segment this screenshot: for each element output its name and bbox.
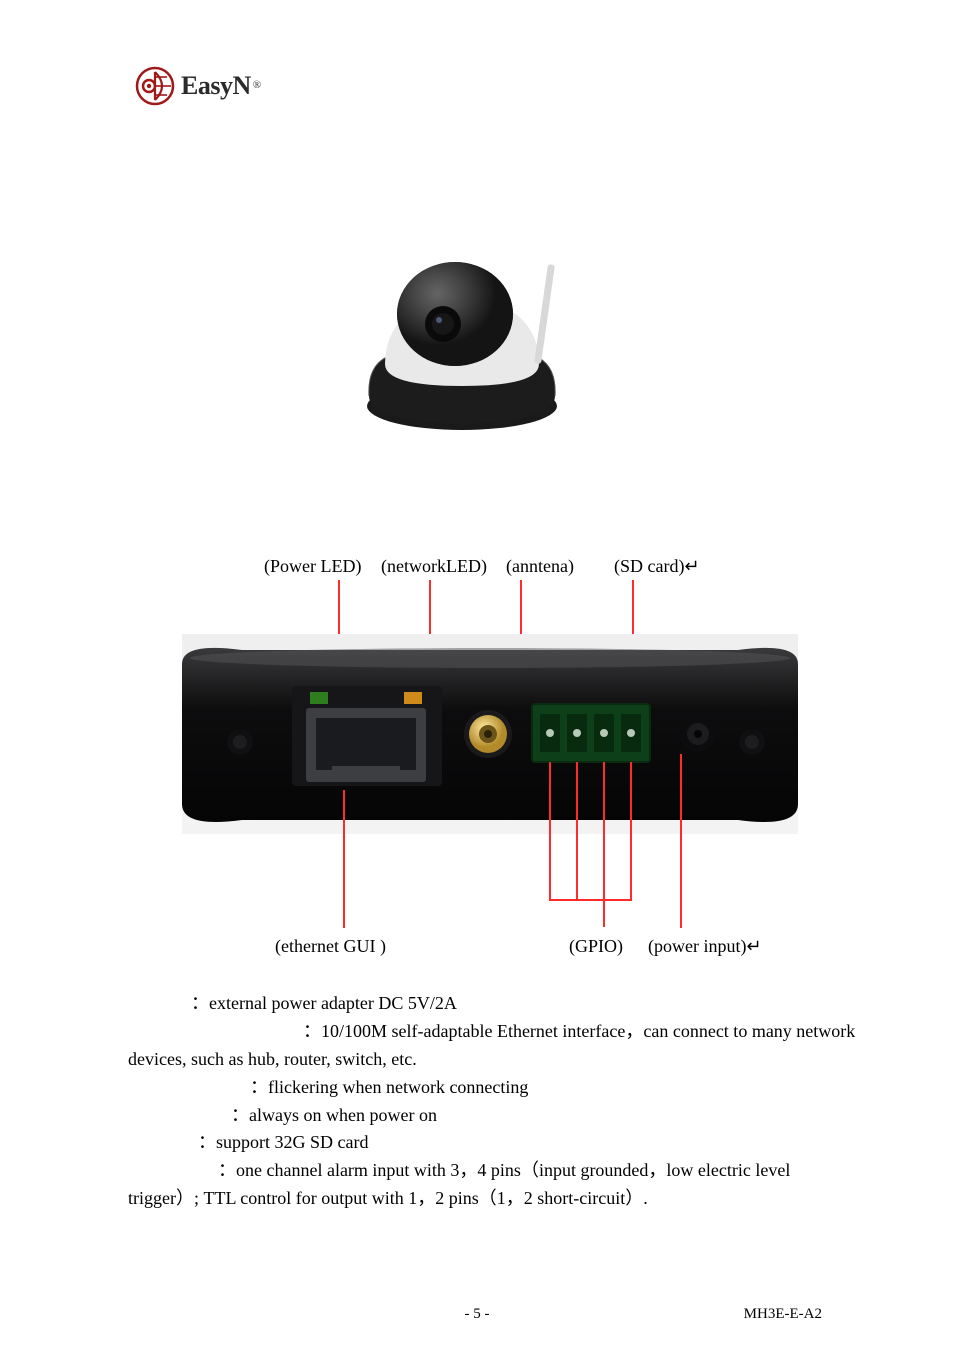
page-number: - 5 - xyxy=(465,1306,490,1323)
label-network-led: (networkLED) xyxy=(381,556,487,577)
rear-panel-photo xyxy=(182,634,798,834)
product-rear-figure: (Power LED) (networkLED) (anntena) (SD c… xyxy=(182,556,798,964)
leader-line xyxy=(343,790,345,928)
description-text: ：external power adapter DC 5V/2A ：10/100… xyxy=(128,990,864,1213)
label-gpio: (GPIO) xyxy=(569,936,623,957)
label-antenna: (anntena) xyxy=(506,556,574,577)
label-power-input: (power input)↵ xyxy=(648,936,762,957)
label-power-led: (Power LED) xyxy=(264,556,361,577)
doc-code: MH3E-E-A2 xyxy=(744,1306,822,1323)
leader-line xyxy=(576,762,578,900)
label-ethernet: (ethernet GUI ) xyxy=(275,936,386,957)
logo-icon xyxy=(135,66,175,106)
text-line: ：10/100M self-adaptable Ethernet interfa… xyxy=(128,1018,864,1074)
label-sd-card: (SD card)↵ xyxy=(614,556,700,577)
text-line: ：one channel alarm input with 3，4 pins（i… xyxy=(128,1157,864,1213)
logo-text: EasyN® xyxy=(181,71,261,101)
product-front-figure xyxy=(355,246,570,432)
leader-line xyxy=(630,762,632,900)
brand-logo: EasyN® xyxy=(135,66,261,106)
text-line: ：support 32G SD card xyxy=(128,1129,864,1157)
leader-line xyxy=(680,754,682,928)
leader-line xyxy=(603,762,605,927)
text-line: ：external power adapter DC 5V/2A xyxy=(128,990,864,1018)
text-line: ：always on when power on xyxy=(128,1102,864,1130)
text-line: ：flickering when network connecting xyxy=(128,1074,864,1102)
leader-line xyxy=(549,762,551,900)
leader-line xyxy=(549,899,632,901)
